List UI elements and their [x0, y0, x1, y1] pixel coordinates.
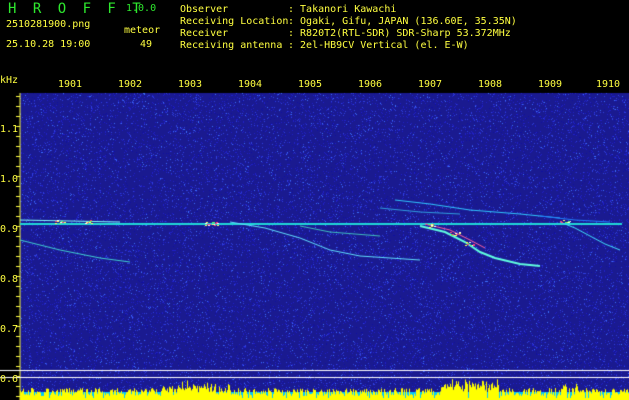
- antenna-value: : 2el-HB9CV Vertical (el. E-W): [288, 40, 469, 51]
- app-version: 1.0.0: [126, 3, 157, 14]
- receiver-value: : R820T2(RTL-SDR) SDR-Sharp 53.372MHz: [288, 28, 511, 39]
- meteor-label: meteor: [124, 25, 161, 36]
- freq-unit-label: kHz: [0, 75, 19, 86]
- meteor-count: 49: [140, 39, 153, 50]
- receiver-key: Receiver: [180, 28, 229, 39]
- freq-tick-label: 0.9: [0, 224, 19, 235]
- freq-tick-label: 1.1: [0, 124, 19, 135]
- time-tick-label: 1906: [357, 79, 383, 90]
- time-tick-label: 1902: [117, 79, 143, 90]
- time-axis: 1901 1902 1903 1904 1905 1906 1907 1908 …: [0, 79, 629, 93]
- antenna-key: Receiving antenna: [180, 40, 283, 51]
- observer-value: : Takanori Kawachi: [288, 4, 397, 15]
- location-key: Receiving Location: [180, 16, 289, 27]
- time-tick-label: 1909: [537, 79, 563, 90]
- file-name: 2510281900.png: [6, 19, 91, 30]
- observer-key: Observer: [180, 4, 229, 15]
- header-panel: H R O F F T 1.0.0 2510281900.png 25.10.2…: [0, 0, 629, 72]
- location-value: : Ogaki, Gifu, JAPAN (136.60E, 35.35N): [288, 16, 517, 27]
- time-tick-label: 1910: [595, 79, 621, 90]
- time-tick-label: 1905: [297, 79, 323, 90]
- time-tick-label: 1904: [237, 79, 263, 90]
- app-title: H R O F F T: [8, 1, 145, 17]
- time-tick-label: 1903: [177, 79, 203, 90]
- time-tick-label: 1901: [57, 79, 83, 90]
- date-time: 25.10.28 19:00: [6, 39, 91, 50]
- time-tick-label: 1908: [477, 79, 503, 90]
- time-tick-label: 1907: [417, 79, 443, 90]
- freq-tick-label: 0.6: [0, 374, 19, 385]
- freq-tick-label: 0.8: [0, 274, 19, 285]
- freq-tick-label: 1.0: [0, 174, 19, 185]
- freq-tick-label: 0.7: [0, 324, 19, 335]
